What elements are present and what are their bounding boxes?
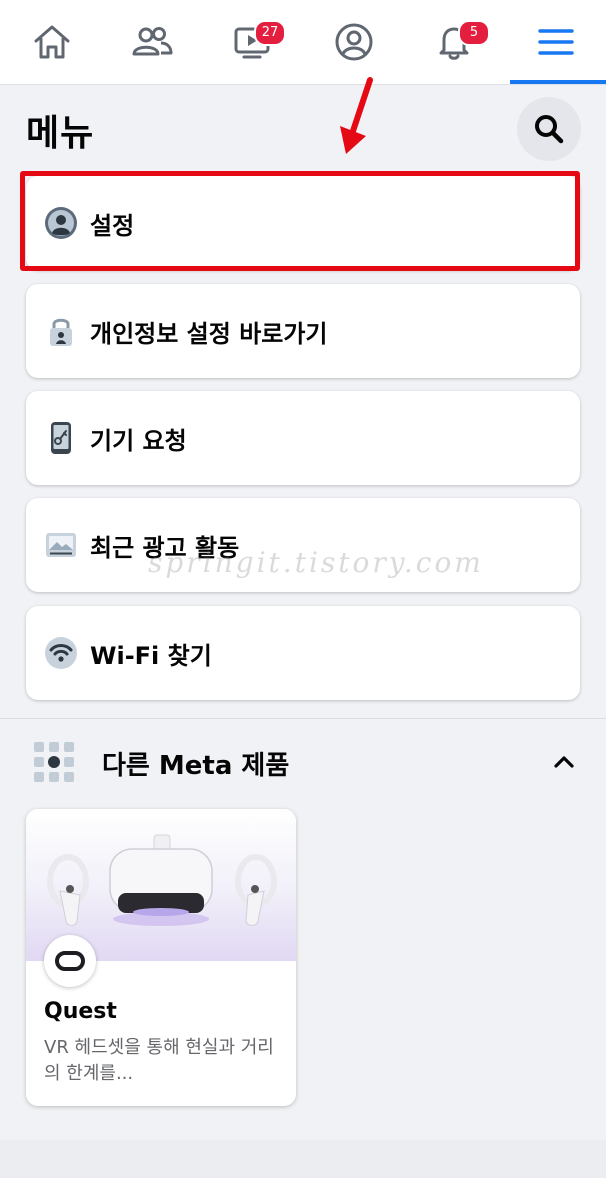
watch-badge: 27	[254, 20, 286, 46]
page-title: 메뉴	[26, 113, 95, 154]
nav-home[interactable]	[2, 0, 102, 84]
red-arrow-icon	[340, 77, 373, 154]
section-divider	[0, 718, 606, 719]
person-circle-icon	[44, 206, 78, 240]
menu-item-label: Wi-Fi 찾기	[90, 641, 212, 670]
bottom-area	[0, 1140, 606, 1178]
nav-watch[interactable]: 27	[202, 0, 302, 84]
grid-dots-icon	[34, 742, 74, 782]
menu-item-label: 개인정보 설정 바로가기	[90, 319, 328, 348]
ad-image-icon	[44, 528, 78, 562]
phone-key-icon	[44, 421, 78, 455]
search-icon	[535, 115, 564, 144]
wifi-icon	[44, 636, 78, 670]
nav-profile[interactable]	[304, 0, 404, 84]
home-icon	[34, 25, 70, 59]
quest-logo-icon	[44, 935, 96, 987]
friends-icon	[132, 27, 173, 56]
product-description: VR 헤드셋을 통해 현실과 거리의 한계를...	[44, 1037, 274, 1084]
lock-icon	[44, 314, 78, 348]
nav-friends[interactable]	[102, 0, 202, 84]
nav-menu[interactable]	[506, 0, 606, 84]
menu-item-device-requests[interactable]: 기기 요청	[26, 391, 580, 485]
nav-notifications[interactable]: 5	[404, 0, 504, 84]
section-title: 다른 Meta 제품	[102, 751, 290, 781]
search-button[interactable]	[517, 97, 581, 161]
hamburger-icon	[538, 29, 574, 55]
product-card-quest[interactable]: Quest VR 헤드셋을 통해 현실과 거리의 한계를...	[26, 809, 296, 1106]
menu-item-privacy-shortcuts[interactable]: 개인정보 설정 바로가기	[26, 284, 580, 378]
menu-item-label: 설정	[90, 211, 135, 240]
menu-item-find-wifi[interactable]: Wi-Fi 찾기	[26, 606, 580, 700]
chevron-up-icon[interactable]	[553, 753, 575, 769]
top-nav-bar: 27 5	[0, 0, 606, 85]
notifications-badge: 5	[458, 20, 490, 46]
menu-item-label: 기기 요청	[90, 426, 187, 455]
watermark: springit.tistory.com	[148, 546, 484, 579]
profile-icon	[335, 23, 373, 61]
product-name: Quest	[44, 999, 117, 1024]
menu-item-settings[interactable]: 설정	[26, 176, 580, 270]
active-tab-indicator	[510, 80, 606, 84]
